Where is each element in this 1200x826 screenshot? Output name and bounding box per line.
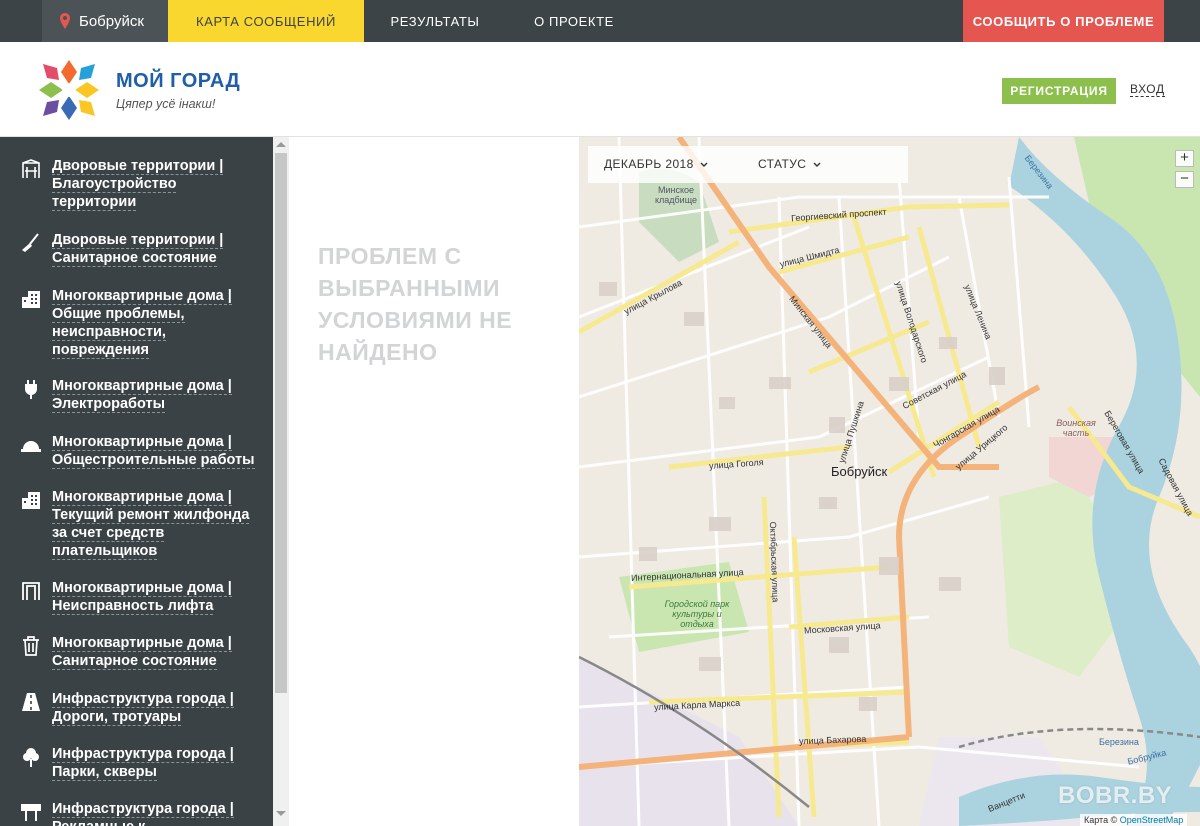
road-icon xyxy=(22,693,40,711)
map-attribution: Карта © OpenStreetMap xyxy=(1080,814,1188,826)
empty-results-message: ПРОБЛЕМ С ВЫБРАННЫМИ УСЛОВИЯМИ НЕ НАЙДЕН… xyxy=(318,243,513,365)
watermark: BOBR.BY xyxy=(1058,782,1173,809)
map-pin-icon xyxy=(60,13,70,29)
category-item-yard-improvement[interactable]: Дворовые территории | Благоустройство те… xyxy=(0,157,273,211)
map-label: Минское кладбище xyxy=(654,185,698,205)
date-filter-dropdown[interactable]: ДЕКАБРЬ 2018 xyxy=(604,157,708,171)
top-navigation: Бобруйск КАРТА СООБЩЕНИЙ РЕЗУЛЬТАТЫ О ПР… xyxy=(0,0,1200,42)
status-filter-label: СТАТУС xyxy=(758,157,807,171)
category-item-elevator[interactable]: Многоквартирные дома | Неисправность лиф… xyxy=(0,579,273,615)
apartment-building-icon xyxy=(22,291,40,308)
scroll-up-arrow-icon[interactable] xyxy=(276,142,286,147)
sidebar-scrollbar[interactable] xyxy=(273,137,289,826)
zoom-out-button[interactable]: − xyxy=(1175,171,1194,188)
category-label: Многоквартирные дома | Неисправность лиф… xyxy=(52,580,232,615)
category-label: Многоквартирные дома | Электроработы xyxy=(52,378,232,413)
category-sidebar: Дворовые территории | Благоустройство те… xyxy=(0,137,273,826)
map-label: Воинская часть xyxy=(1056,418,1096,438)
tab-results[interactable]: РЕЗУЛЬТАТЫ xyxy=(364,0,506,42)
tab-message-map[interactable]: КАРТА СООБЩЕНИЙ xyxy=(168,0,364,42)
map-view[interactable]: Минское кладбище Георгиевский проспект у… xyxy=(579,137,1200,826)
elevator-icon xyxy=(22,582,40,600)
plug-icon xyxy=(25,380,37,399)
openstreetmap-link[interactable]: OpenStreetMap xyxy=(1120,815,1184,825)
map-city-label: Бобруйск xyxy=(831,464,888,479)
city-name: Бобруйск xyxy=(79,12,144,30)
category-item-parks[interactable]: Инфраструктура города | Парки, скверы xyxy=(0,745,273,781)
billboard-icon xyxy=(21,804,41,821)
category-label: Многоквартирные дома | Текущий ремонт жи… xyxy=(52,489,250,560)
city-selector[interactable]: Бобруйск xyxy=(42,0,168,42)
category-item-electrical[interactable]: Многоквартирные дома | Электроработы xyxy=(0,377,273,413)
category-item-apartment-sanitary[interactable]: Многоквартирные дома | Санитарное состоя… xyxy=(0,634,273,670)
trash-icon xyxy=(23,636,39,656)
site-header: МОЙ ГОРАД Цяпер усё інакш! РЕГИСТРАЦИЯ В… xyxy=(0,42,1200,137)
map-label: Березина xyxy=(1099,737,1139,747)
status-filter-dropdown[interactable]: СТАТУС xyxy=(758,157,821,171)
chevron-down-icon xyxy=(700,162,708,167)
category-label: Инфраструктура города | Рекламные к xyxy=(52,801,234,826)
category-label: Многоквартирные дома | Общие проблемы, н… xyxy=(52,288,232,359)
category-item-billboards[interactable]: Инфраструктура города | Рекламные к xyxy=(0,800,273,826)
register-button[interactable]: РЕГИСТРАЦИЯ xyxy=(1002,78,1116,104)
map-tiles xyxy=(579,137,1200,826)
logo-icon[interactable] xyxy=(36,57,102,123)
category-item-construction[interactable]: Многоквартирные дома | Общестроительные … xyxy=(0,433,273,469)
apartment-building-icon xyxy=(22,492,40,509)
hardhat-icon xyxy=(21,441,41,452)
logo-subtitle: Цяпер усё інакш! xyxy=(116,97,216,111)
date-filter-label: ДЕКАБРЬ 2018 xyxy=(604,157,694,171)
category-label: Многоквартирные дома | Общестроительные … xyxy=(52,434,255,469)
category-item-roads[interactable]: Инфраструктура города | Дороги, тротуары xyxy=(0,690,273,726)
tree-icon xyxy=(23,748,39,767)
chevron-down-icon xyxy=(813,162,821,167)
category-item-apartment-general[interactable]: Многоквартирные дома | Общие проблемы, н… xyxy=(0,287,273,359)
map-filter-bar: ДЕКАБРЬ 2018 СТАТУС xyxy=(588,146,908,183)
category-label: Дворовые территории | Благоустройство те… xyxy=(52,158,224,211)
login-link[interactable]: ВХОД xyxy=(1130,82,1165,97)
playground-icon xyxy=(22,159,40,178)
zoom-in-button[interactable]: + xyxy=(1175,150,1194,167)
tab-about[interactable]: О ПРОЕКТЕ xyxy=(506,0,642,42)
report-problem-button[interactable]: СООБЩИТЬ О ПРОБЛЕМЕ xyxy=(963,0,1164,42)
category-label: Инфраструктура города | Дороги, тротуары xyxy=(52,691,234,726)
scrollbar-thumb[interactable] xyxy=(275,153,287,693)
map-label: Городской парк культуры и отдыха xyxy=(664,599,730,629)
category-item-yard-sanitary[interactable]: Дворовые территории | Санитарное состоян… xyxy=(0,231,273,267)
broom-icon xyxy=(22,233,39,252)
category-label: Многоквартирные дома | Санитарное состоя… xyxy=(52,635,232,670)
scroll-down-arrow-icon[interactable] xyxy=(276,811,286,816)
attribution-text: Карта © xyxy=(1084,815,1118,825)
logo-title[interactable]: МОЙ ГОРАД xyxy=(116,70,240,93)
category-item-housing-repair[interactable]: Многоквартирные дома | Текущий ремонт жи… xyxy=(0,488,273,560)
category-label: Дворовые территории | Санитарное состоян… xyxy=(52,232,224,267)
category-label: Инфраструктура города | Парки, скверы xyxy=(52,746,234,781)
